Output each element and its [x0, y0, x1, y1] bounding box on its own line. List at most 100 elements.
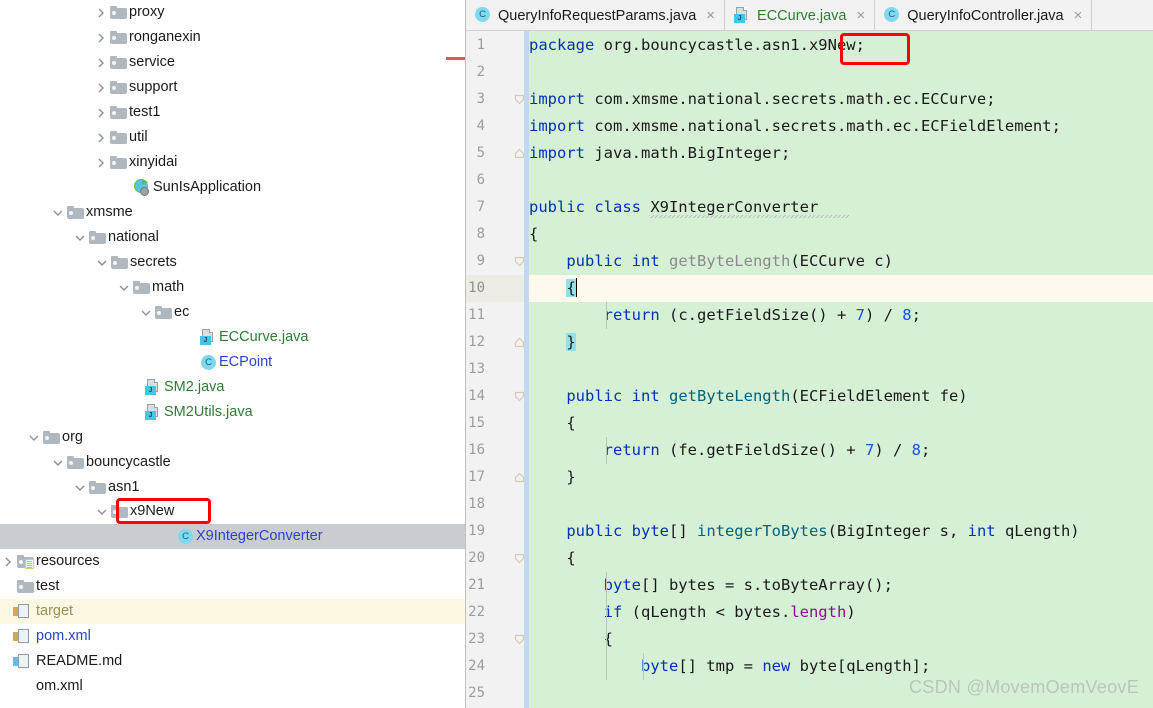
- code-line[interactable]: [529, 59, 1153, 86]
- code-token: import: [529, 144, 585, 162]
- code-line[interactable]: {: [529, 626, 1153, 653]
- tree-item-pom-xml[interactable]: pom.xml: [0, 624, 466, 649]
- tree-item-national[interactable]: national: [0, 225, 466, 250]
- code-line[interactable]: return (fe.getFieldSize() + 7) / 8;: [529, 437, 1153, 464]
- code-line[interactable]: byte[] tmp = new byte[qLength];: [529, 653, 1153, 680]
- code-token: ): [846, 603, 856, 621]
- xml-file-icon: [13, 599, 36, 624]
- code-line[interactable]: [529, 167, 1153, 194]
- tree-item-secrets[interactable]: secrets: [0, 250, 466, 275]
- tree-item-util[interactable]: util: [0, 125, 466, 150]
- tree-item-math[interactable]: math: [0, 275, 466, 300]
- chevron-right-icon[interactable]: [93, 125, 109, 150]
- code-token: java.math.BigInteger;: [585, 144, 791, 162]
- editor-gutter[interactable]: 1 2 3 4 5 6 7 8 9 10 11 12 13 14 15 16 17 18 19 20 21 22 23 24 2…: [466, 31, 529, 708]
- chevron-down-icon[interactable]: [94, 499, 110, 524]
- indent-guide: [605, 437, 607, 464]
- code-editor-text-area[interactable]: package org.bouncycastle.asn1.x9New; impo…: [529, 31, 1153, 708]
- code-line[interactable]: import com.xmsme.national.secrets.math.e…: [529, 113, 1153, 140]
- chevron-down-icon[interactable]: [50, 200, 66, 225]
- tree-item-sm2-java[interactable]: J SM2.java: [0, 375, 466, 400]
- tree-item-org[interactable]: org: [0, 425, 466, 450]
- tree-item-resources[interactable]: resources: [0, 549, 466, 574]
- java-file-icon: J: [734, 6, 752, 25]
- folder-icon: [154, 300, 174, 325]
- code-line[interactable]: byte[] bytes = s.toByteArray();: [529, 572, 1153, 599]
- close-icon[interactable]: ×: [704, 8, 717, 23]
- editor-pane: C QueryInfoRequestParams.java × J ECCurve.ja…: [466, 0, 1153, 708]
- code-line[interactable]: import com.xmsme.national.secrets.math.e…: [529, 86, 1153, 113]
- tree-item-xmsme[interactable]: xmsme: [0, 200, 466, 225]
- tree-item-proxy[interactable]: proxy: [0, 0, 466, 25]
- tree-item-ec[interactable]: ec: [0, 300, 466, 325]
- code-token: {: [529, 549, 576, 567]
- code-line[interactable]: {: [529, 545, 1153, 572]
- editor-tab-queryinfocontroller-java[interactable]: C QueryInfoController.java ×: [875, 0, 1093, 31]
- tree-item-sunisapplication[interactable]: SunIsApplication: [0, 175, 466, 200]
- tree-item-asn1[interactable]: asn1: [0, 475, 466, 500]
- tree-item-test[interactable]: test: [0, 574, 466, 599]
- code-line[interactable]: {: [529, 221, 1153, 248]
- chevron-down-icon[interactable]: [50, 450, 66, 475]
- chevron-right-icon[interactable]: [93, 75, 109, 100]
- chevron-down-icon[interactable]: [72, 225, 88, 250]
- tree-item-service[interactable]: service: [0, 50, 466, 75]
- editor-tab-bar[interactable]: C QueryInfoRequestParams.java × J ECCurve.ja…: [466, 0, 1153, 31]
- code-line[interactable]: public int getByteLength(ECFieldElement …: [529, 383, 1153, 410]
- code-line[interactable]: if (qLength < bytes.length): [529, 599, 1153, 626]
- chevron-down-icon[interactable]: [94, 250, 110, 275]
- code-line[interactable]: [529, 491, 1153, 518]
- ide-window: proxy ronganexin service support test1 util xi…: [0, 0, 1153, 708]
- chevron-right-icon[interactable]: [0, 549, 16, 574]
- tree-item-ecpoint[interactable]: C ECPoint: [0, 350, 466, 375]
- tree-item-bouncycastle[interactable]: bouncycastle: [0, 450, 466, 475]
- chevron-right-icon[interactable]: [93, 25, 109, 50]
- folder-icon: [88, 475, 108, 500]
- tree-item-test1[interactable]: test1: [0, 100, 466, 125]
- tree-item-eccurve-java[interactable]: J ECCurve.java: [0, 325, 466, 350]
- tree-item-target[interactable]: target: [0, 599, 466, 624]
- tree-item-label: ECPoint: [219, 354, 273, 370]
- chevron-right-icon[interactable]: [93, 0, 109, 25]
- tree-item-xinyidai[interactable]: xinyidai: [0, 150, 466, 175]
- tree-item-sm2utils-java[interactable]: J SM2Utils.java: [0, 400, 466, 425]
- code-token: package: [529, 36, 595, 54]
- code-line[interactable]: {: [529, 275, 1153, 302]
- folder-icon: [109, 150, 129, 175]
- tree-item-readme-md[interactable]: README.md: [0, 649, 466, 674]
- chevron-down-icon[interactable]: [26, 425, 42, 450]
- tree-item-support[interactable]: support: [0, 75, 466, 100]
- tree-scrollbar-track[interactable]: [451, 0, 465, 708]
- code-line[interactable]: }: [529, 464, 1153, 491]
- line-number: 12: [468, 334, 485, 350]
- code-token: public int: [566, 387, 660, 405]
- code-line[interactable]: import java.math.BigInteger;: [529, 140, 1153, 167]
- tree-item-x9new[interactable]: x9New: [0, 499, 466, 524]
- editor-tab-eccurve-java[interactable]: J ECCurve.java ×: [725, 0, 876, 31]
- tree-item-x9integerconverter[interactable]: C X9IntegerConverter: [0, 524, 466, 549]
- code-line[interactable]: [529, 356, 1153, 383]
- code-line[interactable]: return (c.getFieldSize() + 7) / 8;: [529, 302, 1153, 329]
- chevron-down-icon[interactable]: [72, 475, 88, 500]
- code-line[interactable]: public int getByteLength(ECCurve c): [529, 248, 1153, 275]
- chevron-down-icon[interactable]: [138, 300, 154, 325]
- code-line[interactable]: {: [529, 410, 1153, 437]
- project-tree-pane[interactable]: proxy ronganexin service support test1 util xi…: [0, 0, 466, 708]
- code-line[interactable]: public byte[] integerToBytes(BigInteger …: [529, 518, 1153, 545]
- code-line[interactable]: }: [529, 329, 1153, 356]
- chevron-down-icon[interactable]: [116, 275, 132, 300]
- close-icon[interactable]: ×: [854, 8, 867, 23]
- tree-item-ronganexin[interactable]: ronganexin: [0, 25, 466, 50]
- tree-item-om-xml[interactable]: om.xml: [0, 674, 466, 699]
- code-line[interactable]: package org.bouncycastle.asn1.x9New;: [529, 32, 1153, 59]
- chevron-right-icon[interactable]: [93, 50, 109, 75]
- chevron-right-icon[interactable]: [93, 150, 109, 175]
- close-icon[interactable]: ×: [1072, 8, 1085, 23]
- chevron-right-icon[interactable]: [93, 100, 109, 125]
- editor-tab-queryinforequestparams-java[interactable]: C QueryInfoRequestParams.java ×: [466, 0, 726, 31]
